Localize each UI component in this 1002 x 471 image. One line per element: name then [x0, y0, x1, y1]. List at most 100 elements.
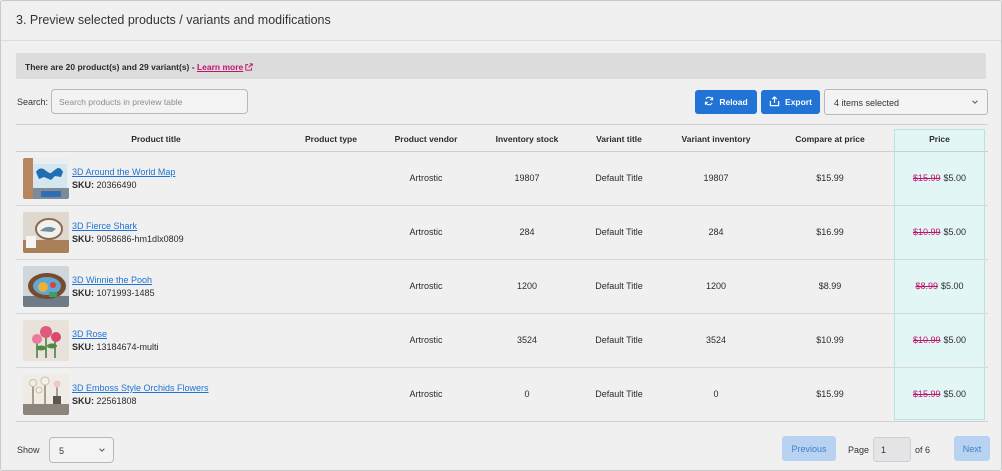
- old-price: $15.99: [912, 389, 941, 399]
- product-title-link[interactable]: 3D Rose: [72, 329, 159, 339]
- page-size-select[interactable]: 5: [49, 437, 114, 463]
- sku-value: 13184674-multi: [96, 342, 159, 352]
- inventory-stock-cell: 284: [519, 227, 535, 237]
- product-sku: SKU: 13184674-multi: [72, 342, 159, 352]
- table-row: 3D Rose SKU: 13184674-multi Artrostic 35…: [16, 314, 988, 368]
- page-size-value[interactable]: 5: [59, 446, 64, 456]
- product-thumbnail: [23, 158, 69, 199]
- learn-more-link[interactable]: Learn more: [197, 62, 253, 72]
- column-header-product-vendor: Product vendor: [394, 134, 458, 144]
- show-label: Show: [17, 445, 40, 455]
- product-info: 3D Emboss Style Orchids Flowers SKU: 225…: [72, 383, 209, 406]
- variant-inventory-cell: 0: [713, 389, 719, 399]
- variant-title-cell: Default Title: [595, 389, 643, 399]
- product-info: 3D Rose SKU: 13184674-multi: [72, 329, 159, 352]
- product-info: 3D Fierce Shark SKU: 9058686-hm1dlx0809: [72, 221, 184, 244]
- product-title-link[interactable]: 3D Winnie the Pooh: [72, 275, 155, 285]
- product-vendor-cell: Artrostic: [409, 281, 443, 291]
- sku-value: 9058686-hm1dlx0809: [96, 234, 184, 244]
- new-price: $5.00: [943, 389, 967, 399]
- next-button[interactable]: Next: [954, 436, 990, 461]
- product-vendor-cell: Artrostic: [409, 227, 443, 237]
- table-header: Product title Product type Product vendo…: [16, 125, 988, 152]
- inventory-stock-cell: 1200: [516, 281, 538, 291]
- variant-title-cell: Default Title: [595, 335, 643, 345]
- product-title-link[interactable]: 3D Around the World Map: [72, 167, 175, 177]
- chevron-down-icon[interactable]: [98, 446, 106, 456]
- new-price: $5.00: [943, 173, 967, 183]
- price-cell: $8.99 $5.00: [894, 281, 985, 291]
- old-price: $10.99: [912, 227, 941, 237]
- new-price: $5.00: [943, 335, 967, 345]
- page-number-input[interactable]: [873, 437, 911, 462]
- variant-title-cell: Default Title: [595, 281, 643, 291]
- external-link-icon[interactable]: [245, 63, 253, 73]
- sku-value: 22561808: [96, 396, 137, 406]
- reload-icon: [704, 96, 714, 108]
- product-title-link[interactable]: 3D Emboss Style Orchids Flowers: [72, 383, 209, 393]
- inventory-stock-cell: 0: [524, 389, 530, 399]
- old-price: $10.99: [912, 335, 941, 345]
- column-header-inventory-stock: Inventory stock: [495, 134, 559, 144]
- compare-price-cell: $16.99: [816, 227, 844, 237]
- price-cell: $10.99 $5.00: [894, 335, 985, 345]
- new-price: $5.00: [941, 281, 964, 291]
- export-label[interactable]: Export: [785, 97, 812, 107]
- price-cell: $15.99 $5.00: [894, 173, 985, 183]
- compare-price-cell: $15.99: [816, 389, 844, 399]
- product-info: 3D Around the World Map SKU: 20366490: [72, 167, 175, 190]
- sku-label: SKU:: [72, 288, 94, 298]
- product-thumbnail: [23, 374, 69, 415]
- sku-label: SKU:: [72, 342, 94, 352]
- reload-label[interactable]: Reload: [719, 97, 747, 107]
- preview-table: Product title Product type Product vendo…: [16, 124, 988, 422]
- learn-more-label[interactable]: Learn more: [197, 62, 243, 72]
- previous-button[interactable]: Previous: [782, 436, 836, 461]
- section-header: 3. Preview selected products / variants …: [1, 1, 1001, 41]
- sku-label: SKU:: [72, 396, 94, 406]
- product-sku: SKU: 22561808: [72, 396, 137, 406]
- product-sku: SKU: 20366490: [72, 180, 137, 190]
- table-row: 3D Fierce Shark SKU: 9058686-hm1dlx0809 …: [16, 206, 988, 260]
- column-header-compare-price: Compare at price: [795, 134, 865, 144]
- variant-inventory-cell: 284: [708, 227, 724, 237]
- export-button[interactable]: Export: [761, 90, 820, 114]
- sku-label: SKU:: [72, 234, 94, 244]
- table-row: 3D Emboss Style Orchids Flowers SKU: 225…: [16, 368, 988, 422]
- product-vendor-cell: Artrostic: [409, 173, 443, 183]
- inventory-stock-cell: 19807: [514, 173, 540, 183]
- compare-price-cell: $8.99: [818, 281, 842, 291]
- items-selected-dropdown[interactable]: 4 items selected: [824, 89, 988, 115]
- reload-button[interactable]: Reload: [695, 90, 757, 114]
- sku-value: 1071993-1485: [96, 288, 155, 298]
- export-icon: [769, 95, 780, 109]
- variant-title-cell: Default Title: [595, 227, 643, 237]
- info-notice: There are 20 product(s) and 29 variant(s…: [16, 53, 986, 79]
- column-header-product-title: Product title: [131, 134, 181, 144]
- column-header-variant-inventory: Variant inventory: [681, 134, 751, 144]
- compare-price-cell: $10.99: [816, 335, 844, 345]
- product-sku: SKU: 9058686-hm1dlx0809: [72, 234, 184, 244]
- column-header-product-type: Product type: [305, 134, 357, 144]
- price-cell: $10.99 $5.00: [894, 227, 985, 237]
- old-price: $15.99: [912, 173, 941, 183]
- inventory-stock-cell: 3524: [516, 335, 538, 345]
- sku-value: 20366490: [96, 180, 137, 190]
- product-info: 3D Winnie the Pooh SKU: 1071993-1485: [72, 275, 155, 298]
- table-row: 3D Around the World Map SKU: 20366490 Ar…: [16, 152, 988, 206]
- variant-inventory-cell: 19807: [703, 173, 729, 183]
- variant-inventory-cell: 1200: [705, 281, 727, 291]
- old-price: $8.99: [915, 281, 938, 291]
- variant-inventory-cell: 3524: [705, 335, 727, 345]
- product-title-link[interactable]: 3D Fierce Shark: [72, 221, 184, 231]
- product-sku: SKU: 1071993-1485: [72, 288, 155, 298]
- total-pages-label: of 6: [915, 445, 931, 455]
- search-input[interactable]: [51, 89, 248, 114]
- chevron-down-icon[interactable]: [971, 98, 979, 108]
- sku-label: SKU:: [72, 180, 94, 190]
- section-title: 3. Preview selected products / variants …: [16, 13, 331, 27]
- items-selected-value[interactable]: 4 items selected: [834, 98, 899, 108]
- product-thumbnail: [23, 212, 69, 253]
- column-header-variant-title: Variant title: [596, 134, 642, 144]
- table-row: 3D Winnie the Pooh SKU: 1071993-1485 Art…: [16, 260, 988, 314]
